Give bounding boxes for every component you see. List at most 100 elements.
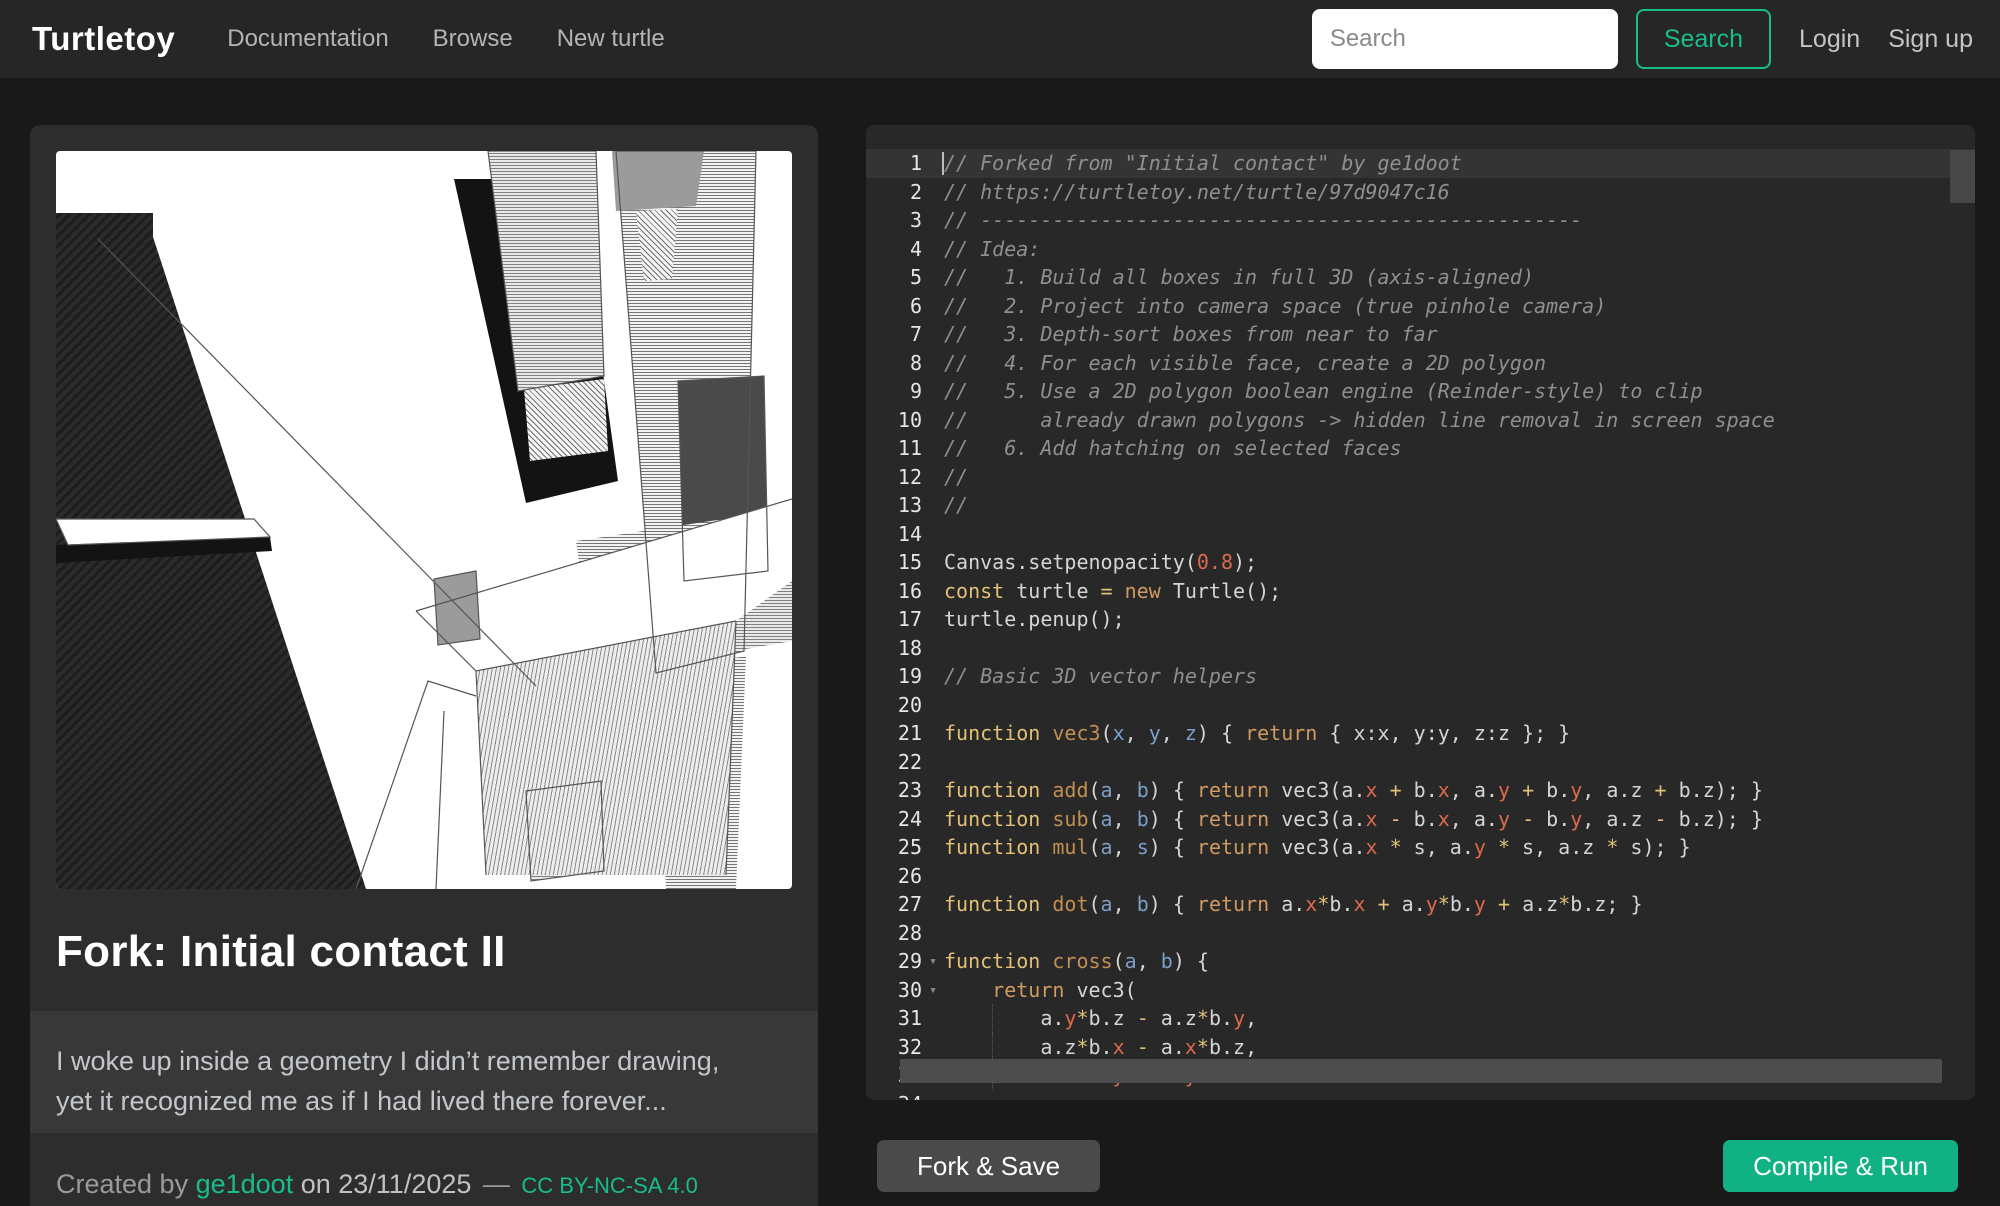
line-number: 16 bbox=[866, 577, 922, 606]
code-text: a.y*b.z - a.z*b.y, bbox=[944, 1004, 1975, 1033]
code-text: const turtle = new Turtle(); bbox=[944, 577, 1975, 606]
code-line-15[interactable]: 15Canvas.setpenopacity(0.8); bbox=[866, 548, 1975, 577]
site-logo[interactable]: Turtletoy bbox=[32, 20, 175, 58]
nav-new-turtle[interactable]: New turtle bbox=[557, 25, 665, 53]
fold-gutter bbox=[922, 662, 944, 691]
line-number: 26 bbox=[866, 862, 922, 891]
code-text bbox=[944, 634, 1975, 663]
search-button[interactable]: Search bbox=[1636, 9, 1771, 69]
code-line-30[interactable]: 30▾ return vec3( bbox=[866, 976, 1975, 1005]
code-text: // 6. Add hatching on selected faces bbox=[944, 434, 1975, 463]
code-text: // https://turtletoy.net/turtle/97d9047c… bbox=[944, 178, 1975, 207]
code-line-6[interactable]: 6// 2. Project into camera space (true p… bbox=[866, 292, 1975, 321]
turtle-description: I woke up inside a geometry I didn’t rem… bbox=[30, 1011, 818, 1133]
fold-gutter bbox=[922, 178, 944, 207]
editor-vertical-scrollbar[interactable] bbox=[1950, 150, 1975, 203]
code-line-4[interactable]: 4// Idea: bbox=[866, 235, 1975, 264]
nav-documentation[interactable]: Documentation bbox=[227, 25, 388, 53]
fold-gutter bbox=[922, 292, 944, 321]
line-number: 22 bbox=[866, 748, 922, 777]
code-text: return vec3( bbox=[944, 976, 1975, 1005]
turtle-preview-image bbox=[56, 151, 792, 889]
editor-section: 1// Forked from "Initial contact" by ge1… bbox=[866, 125, 1975, 1192]
line-number: 15 bbox=[866, 548, 922, 577]
code-line-28[interactable]: 28 bbox=[866, 919, 1975, 948]
code-line-31[interactable]: 31 a.y*b.z - a.z*b.y, bbox=[866, 1004, 1975, 1033]
fold-gutter bbox=[922, 1004, 944, 1033]
line-number: 3 bbox=[866, 206, 922, 235]
created-date: on 23/11/2025 bbox=[301, 1169, 472, 1199]
fold-gutter bbox=[922, 919, 944, 948]
author-link[interactable]: ge1doot bbox=[196, 1169, 294, 1199]
fold-marker-icon[interactable]: ▾ bbox=[922, 947, 944, 976]
fold-gutter bbox=[922, 691, 944, 720]
code-line-9[interactable]: 9// 5. Use a 2D polygon boolean engine (… bbox=[866, 377, 1975, 406]
code-line-7[interactable]: 7// 3. Depth-sort boxes from near to far bbox=[866, 320, 1975, 349]
code-editor[interactable]: 1// Forked from "Initial contact" by ge1… bbox=[866, 125, 1975, 1100]
line-number: 31 bbox=[866, 1004, 922, 1033]
code-line-2[interactable]: 2// https://turtletoy.net/turtle/97d9047… bbox=[866, 178, 1975, 207]
code-line-17[interactable]: 17turtle.penup(); bbox=[866, 605, 1975, 634]
code-line-3[interactable]: 3// ------------------------------------… bbox=[866, 206, 1975, 235]
code-line-10[interactable]: 10// already drawn polygons -> hidden li… bbox=[866, 406, 1975, 435]
code-line-12[interactable]: 12// bbox=[866, 463, 1975, 492]
code-line-8[interactable]: 8// 4. For each visible face, create a 2… bbox=[866, 349, 1975, 378]
code-line-29[interactable]: 29▾function cross(a, b) { bbox=[866, 947, 1975, 976]
code-line-5[interactable]: 5// 1. Build all boxes in full 3D (axis-… bbox=[866, 263, 1975, 292]
editor-horizontal-scrollbar[interactable] bbox=[900, 1059, 1942, 1083]
fold-marker-icon[interactable]: ▾ bbox=[922, 976, 944, 1005]
line-number: 18 bbox=[866, 634, 922, 663]
search-input[interactable] bbox=[1312, 9, 1618, 69]
fork-save-button[interactable]: Fork & Save bbox=[877, 1140, 1100, 1192]
fold-gutter bbox=[922, 862, 944, 891]
code-line-16[interactable]: 16 const turtle = new Turtle(); bbox=[866, 577, 1975, 606]
code-line-27[interactable]: 27function dot(a, b) { return a.x*b.x + … bbox=[866, 890, 1975, 919]
code-line-23[interactable]: 23function add(a, b) { return vec3(a.x +… bbox=[866, 776, 1975, 805]
fold-gutter bbox=[922, 263, 944, 292]
line-number: 21 bbox=[866, 719, 922, 748]
code-line-22[interactable]: 22 bbox=[866, 748, 1975, 777]
compile-run-button[interactable]: Compile & Run bbox=[1723, 1140, 1958, 1192]
code-text: // Idea: bbox=[944, 235, 1975, 264]
code-line-20[interactable]: 20 bbox=[866, 691, 1975, 720]
turtle-title: Fork: Initial contact II bbox=[30, 889, 818, 1011]
nav-browse[interactable]: Browse bbox=[433, 25, 513, 53]
code-line-32[interactable]: 32 a.z*b.x - a.x*b.z, bbox=[866, 1033, 1975, 1062]
line-number: 17 bbox=[866, 605, 922, 634]
code-text bbox=[944, 1090, 1975, 1101]
fold-gutter bbox=[922, 548, 944, 577]
code-line-13[interactable]: 13// bbox=[866, 491, 1975, 520]
code-line-26[interactable]: 26 bbox=[866, 862, 1975, 891]
fold-gutter bbox=[922, 149, 944, 178]
login-link[interactable]: Login bbox=[1799, 25, 1860, 54]
code-line-19[interactable]: 19// Basic 3D vector helpers bbox=[866, 662, 1975, 691]
code-text bbox=[944, 748, 1975, 777]
fold-gutter bbox=[922, 206, 944, 235]
line-number: 27 bbox=[866, 890, 922, 919]
line-number: 30 bbox=[866, 976, 922, 1005]
code-text: function cross(a, b) { bbox=[944, 947, 1975, 976]
code-line-34[interactable]: 34 bbox=[866, 1090, 1975, 1101]
header: Turtletoy Documentation Browse New turtl… bbox=[0, 0, 2000, 78]
fold-gutter bbox=[922, 320, 944, 349]
signup-link[interactable]: Sign up bbox=[1888, 25, 1973, 54]
fold-gutter bbox=[922, 235, 944, 264]
line-number: 25 bbox=[866, 833, 922, 862]
code-lines: 1// Forked from "Initial contact" by ge1… bbox=[866, 125, 1975, 1100]
code-line-11[interactable]: 11// 6. Add hatching on selected faces bbox=[866, 434, 1975, 463]
code-line-24[interactable]: 24function sub(a, b) { return vec3(a.x -… bbox=[866, 805, 1975, 834]
code-line-21[interactable]: 21function vec3(x, y, z) { return { x:x,… bbox=[866, 719, 1975, 748]
line-number: 34 bbox=[866, 1090, 922, 1101]
code-line-25[interactable]: 25function mul(a, s) { return vec3(a.x *… bbox=[866, 833, 1975, 862]
license-link[interactable]: CC BY-NC-SA 4.0 bbox=[521, 1173, 697, 1198]
fold-gutter bbox=[922, 634, 944, 663]
created-by-label: Created by bbox=[56, 1169, 188, 1199]
line-number: 9 bbox=[866, 377, 922, 406]
line-number: 10 bbox=[866, 406, 922, 435]
line-number: 28 bbox=[866, 919, 922, 948]
code-text: // 4. For each visible face, create a 2D… bbox=[944, 349, 1975, 378]
code-line-14[interactable]: 14 bbox=[866, 520, 1975, 549]
code-line-18[interactable]: 18 bbox=[866, 634, 1975, 663]
code-line-1[interactable]: 1// Forked from "Initial contact" by ge1… bbox=[866, 149, 1975, 178]
fold-gutter bbox=[922, 1090, 944, 1101]
